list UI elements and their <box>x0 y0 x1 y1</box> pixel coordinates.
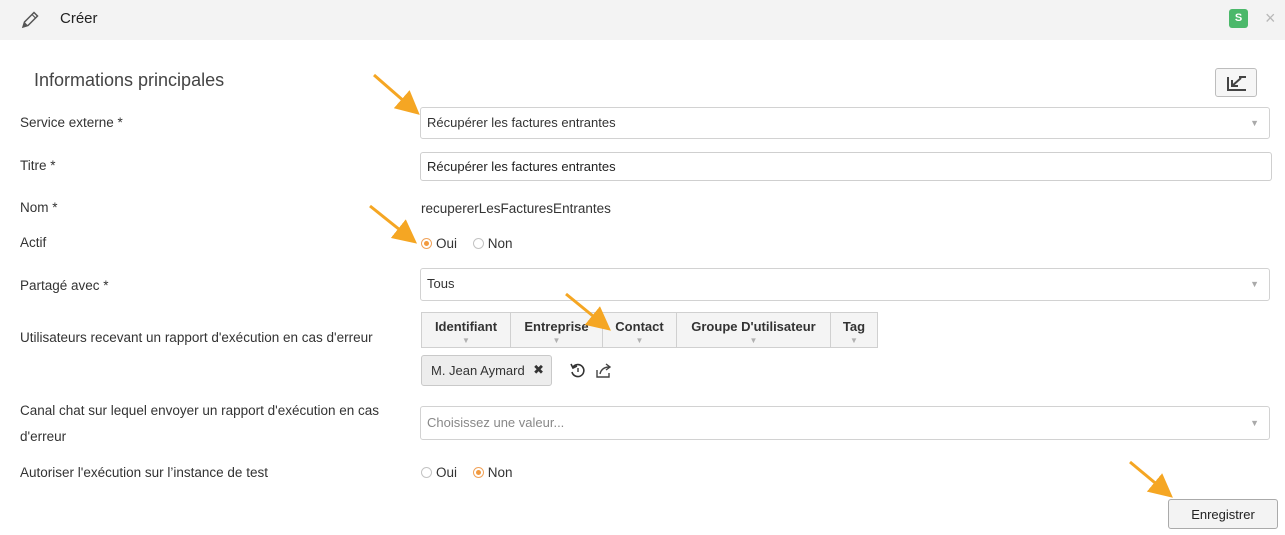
radio-unchecked-icon <box>421 467 432 478</box>
recipient-type-tabs: Identifiant ▼ Entreprise ▼ Contact ▼ Groupe… <box>421 312 878 348</box>
service-externe-label: Service externe * <box>20 115 123 130</box>
import-icon <box>1227 76 1246 91</box>
tab-tag-label: Tag <box>842 319 866 334</box>
tab-entreprise[interactable]: Entreprise ▼ <box>511 313 603 347</box>
instance-test-radio-group: Oui Non <box>421 465 525 480</box>
radio-checked-icon <box>472 467 484 478</box>
canal-chat-select[interactable]: Choisissez une valeur... ▼ <box>420 406 1270 440</box>
actif-radio-group: Oui Non <box>421 236 525 251</box>
status-badge[interactable]: S <box>1229 9 1248 28</box>
chevron-down-icon: ▼ <box>850 336 858 345</box>
pencil-icon <box>21 11 39 29</box>
partage-value: Tous <box>427 276 455 291</box>
chevron-down-icon: ▼ <box>552 336 561 345</box>
radio-checked-icon <box>421 238 432 249</box>
actif-oui-radio[interactable]: Oui <box>421 236 457 251</box>
save-button[interactable]: Enregistrer <box>1168 499 1278 529</box>
titre-input[interactable] <box>420 152 1272 181</box>
section-title: Informations principales <box>34 70 225 90</box>
tab-contact-label: Contact <box>615 319 664 334</box>
import-button[interactable] <box>1215 68 1257 97</box>
canal-chat-label: Canal chat sur lequel envoyer un rapport… <box>20 403 380 444</box>
service-externe-select[interactable]: Récupérer les factures entrantes ▼ <box>420 107 1270 139</box>
tab-identifiant-label: Identifiant <box>434 319 498 334</box>
chevron-down-icon: ▼ <box>462 336 470 345</box>
dialog-title: Créer <box>60 10 98 27</box>
radio-unchecked-icon <box>472 238 484 249</box>
titre-label: Titre * <box>20 158 56 173</box>
annotation-arrow <box>1129 460 1173 498</box>
tab-identifiant[interactable]: Identifiant ▼ <box>422 313 511 347</box>
instance-test-non-radio[interactable]: Non <box>472 465 513 480</box>
dropdown-arrow-icon: ▼ <box>1250 418 1259 428</box>
canal-chat-placeholder: Choisissez une valeur... <box>427 415 565 430</box>
actif-non-radio[interactable]: Non <box>472 236 513 251</box>
tab-entreprise-label: Entreprise <box>524 319 589 334</box>
dialog-header: Créer S × <box>0 0 1285 40</box>
remove-tag-icon[interactable]: ✖ <box>533 362 544 378</box>
share-icon[interactable] <box>595 362 613 380</box>
dropdown-arrow-icon: ▼ <box>1250 118 1259 128</box>
tab-groupe-utilisateur[interactable]: Groupe D'utilisateur ▼ <box>677 313 831 347</box>
chevron-down-icon: ▼ <box>635 336 644 345</box>
actif-oui-label: Oui <box>436 236 458 251</box>
instance-test-oui-radio[interactable]: Oui <box>421 465 457 480</box>
utilisateurs-label: Utilisateurs recevant un rapport d'exécu… <box>20 330 373 345</box>
selected-user-name: M. Jean Aymard <box>431 363 525 378</box>
partage-select[interactable]: Tous ▼ <box>420 268 1270 301</box>
partage-label: Partagé avec * <box>20 278 109 293</box>
nom-label: Nom * <box>20 200 58 215</box>
chevron-down-icon: ▼ <box>749 336 758 345</box>
tab-groupe-label: Groupe D'utilisateur <box>691 319 816 334</box>
nom-value: recupererLesFacturesEntrantes <box>421 201 611 216</box>
service-externe-value: Récupérer les factures entrantes <box>427 115 616 130</box>
close-icon[interactable]: × <box>1265 8 1276 28</box>
reset-icon[interactable] <box>569 362 587 380</box>
tab-tag[interactable]: Tag ▼ <box>831 313 877 347</box>
actif-non-label: Non <box>487 236 513 251</box>
instance-test-label: Autoriser l'exécution sur l’instance de … <box>20 465 268 480</box>
instance-test-non-label: Non <box>487 465 513 480</box>
instance-test-oui-label: Oui <box>436 465 458 480</box>
actif-label: Actif <box>20 235 47 250</box>
selected-user-tag: M. Jean Aymard ✖ <box>421 355 552 386</box>
annotation-arrow <box>373 73 420 115</box>
tab-contact[interactable]: Contact ▼ <box>603 313 677 347</box>
dropdown-arrow-icon: ▼ <box>1250 279 1259 289</box>
annotation-arrow <box>369 204 418 244</box>
